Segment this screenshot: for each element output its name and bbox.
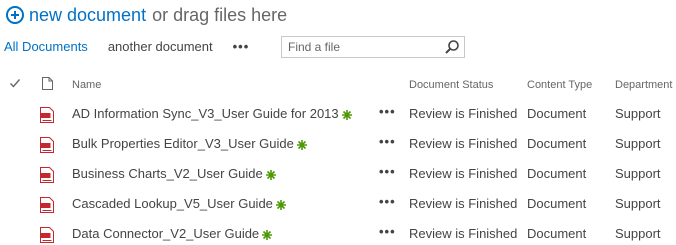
column-header-status[interactable]: Document Status [409, 79, 493, 91]
content-type: Document [527, 226, 587, 241]
department: Support [615, 136, 661, 151]
document-status: Review is Finished [409, 106, 518, 121]
document-name: Bulk Properties Editor_V3_User Guide [72, 136, 294, 151]
content-type: Document [527, 136, 587, 151]
document-name-link[interactable]: AD Information Sync_V3_User Guide for 20… [72, 106, 352, 121]
document-name: Cascaded Lookup_V5_User Guide [72, 196, 273, 211]
document-name-link[interactable]: Cascaded Lookup_V5_User Guide [72, 196, 286, 211]
more-views-button[interactable]: ••• [233, 39, 250, 54]
column-header-department[interactable]: Department [615, 79, 672, 91]
department: Support [615, 226, 661, 241]
column-header-content-type[interactable]: Content Type [527, 79, 592, 91]
content-type: Document [527, 166, 587, 181]
content-type: Document [527, 196, 587, 211]
content-type: Document [527, 106, 587, 121]
new-document-command: new document or drag files here [6, 3, 287, 27]
list-header: Name Document Status Content Type Depart… [0, 74, 676, 96]
column-header-name[interactable]: Name [72, 79, 101, 91]
find-file-box [281, 36, 465, 58]
table-row[interactable]: Business Charts_V2_User Guide ••• Review… [0, 159, 676, 189]
document-name: Data Connector_V2_User Guide [72, 226, 260, 241]
item-menu-button[interactable]: ••• [379, 224, 396, 239]
search-icon[interactable] [444, 39, 460, 55]
document-icon [42, 77, 53, 90]
new-sparkle-icon [262, 229, 273, 240]
view-another-document[interactable]: another document [108, 39, 213, 54]
document-name: AD Information Sync_V3_User Guide for 20… [72, 106, 339, 121]
item-menu-button[interactable]: ••• [379, 104, 396, 119]
department: Support [615, 166, 661, 181]
table-row[interactable]: Bulk Properties Editor_V3_User Guide •••… [0, 129, 676, 159]
document-status: Review is Finished [409, 196, 518, 211]
item-menu-button[interactable]: ••• [379, 134, 396, 149]
pdf-icon [40, 107, 54, 123]
pdf-icon [40, 167, 54, 183]
view-all-documents[interactable]: All Documents [4, 39, 88, 54]
document-name-link[interactable]: Data Connector_V2_User Guide [72, 226, 273, 241]
document-name-link[interactable]: Bulk Properties Editor_V3_User Guide [72, 136, 307, 151]
new-sparkle-icon [296, 139, 307, 150]
document-status: Review is Finished [409, 226, 518, 241]
new-document-link[interactable]: new document [29, 5, 146, 26]
pdf-icon [40, 197, 54, 213]
document-status: Review is Finished [409, 166, 518, 181]
plus-circle-icon[interactable] [6, 6, 24, 24]
pdf-icon [40, 137, 54, 153]
item-menu-button[interactable]: ••• [379, 194, 396, 209]
document-status: Review is Finished [409, 136, 518, 151]
drag-files-hint: or drag files here [152, 4, 288, 25]
department: Support [615, 196, 661, 211]
department: Support [615, 106, 661, 121]
table-row[interactable]: Cascaded Lookup_V5_User Guide ••• Review… [0, 189, 676, 219]
new-sparkle-icon [341, 109, 352, 120]
view-selector: All Documents another document ••• [4, 36, 249, 56]
search-input[interactable] [282, 37, 442, 57]
table-row[interactable]: Data Connector_V2_User Guide ••• Review … [0, 219, 676, 245]
new-sparkle-icon [265, 169, 276, 180]
document-name: Business Charts_V2_User Guide [72, 166, 263, 181]
item-menu-button[interactable]: ••• [379, 164, 396, 179]
checkmark-icon[interactable] [9, 77, 21, 89]
table-row[interactable]: AD Information Sync_V3_User Guide for 20… [0, 99, 676, 129]
new-sparkle-icon [275, 199, 286, 210]
pdf-icon [40, 227, 54, 243]
document-name-link[interactable]: Business Charts_V2_User Guide [72, 166, 276, 181]
